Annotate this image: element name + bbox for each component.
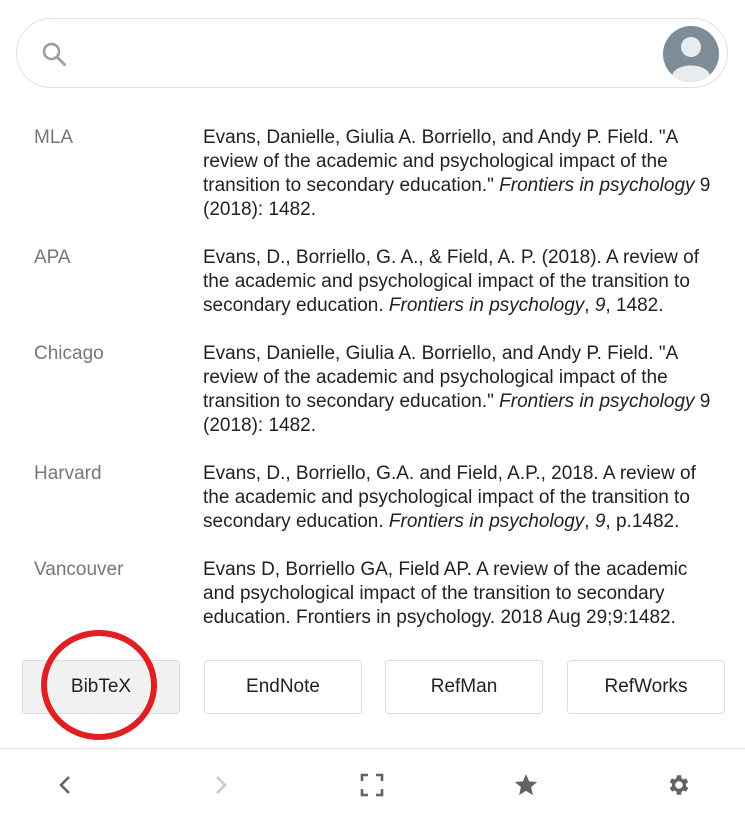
citation-italic-part: Frontiers in psychology xyxy=(388,511,585,532)
chevron-right-icon xyxy=(216,776,227,794)
fullscreen-button[interactable] xyxy=(356,769,388,801)
citation-row-vancouver: Vancouver Evans D, Borriello GA, Field AP… xyxy=(34,558,724,630)
citation-style-label: MLA xyxy=(34,127,74,148)
bottom-nav xyxy=(0,748,745,820)
citation-list: MLA Evans, Danielle, Giulia A. Borriello,… xyxy=(34,126,724,654)
citation-text[interactable]: Evans, D., Borriello, G. A., & Field, A.… xyxy=(203,246,718,318)
star-icon xyxy=(514,773,538,796)
bibtex-button[interactable]: BibTeX xyxy=(22,660,180,714)
citation-row-harvard: Harvard Evans, D., Borriello, G.A. and Fi… xyxy=(34,462,724,534)
citation-part: , xyxy=(584,295,595,316)
citation-part: Evans D, Borriello GA, Field AP. A revie… xyxy=(203,559,688,628)
settings-button[interactable] xyxy=(663,769,695,801)
citation-italic-part: 9 xyxy=(594,511,606,532)
refworks-button[interactable]: RefWorks xyxy=(567,660,725,714)
citation-italic-part: 9 xyxy=(594,295,606,316)
citation-style-label: APA xyxy=(34,247,71,268)
citation-part: , p.1482. xyxy=(605,511,680,532)
citation-row-chicago: Chicago Evans, Danielle, Giulia A. Borrie… xyxy=(34,342,724,438)
search-bar[interactable] xyxy=(16,18,728,88)
citation-text[interactable]: Evans, Danielle, Giulia A. Borriello, an… xyxy=(203,342,718,438)
citation-style-label: Chicago xyxy=(34,343,104,364)
back-button[interactable] xyxy=(50,769,82,801)
star-button[interactable] xyxy=(510,769,542,801)
chevron-left-icon xyxy=(59,776,70,794)
avatar-icon xyxy=(672,37,710,82)
export-buttons: BibTeX EndNote RefMan RefWorks xyxy=(22,660,725,714)
forward-button[interactable] xyxy=(204,769,236,801)
search-icon[interactable] xyxy=(41,41,67,67)
citation-italic-part: Frontiers in psychology xyxy=(388,295,585,316)
fullscreen-icon xyxy=(360,773,384,797)
citation-text[interactable]: Evans, D., Borriello, G.A. and Field, A.… xyxy=(203,462,718,534)
citation-row-mla: MLA Evans, Danielle, Giulia A. Borriello,… xyxy=(34,126,724,222)
citation-part: , 1482. xyxy=(605,295,664,316)
refman-button[interactable]: RefMan xyxy=(385,660,543,714)
endnote-button[interactable]: EndNote xyxy=(204,660,362,714)
citation-part: , xyxy=(584,511,595,532)
gear-icon xyxy=(669,775,689,795)
citation-style-label: Vancouver xyxy=(34,559,124,580)
citation-italic-part: Frontiers in psychology xyxy=(499,391,695,412)
citation-italic-part: Frontiers in psychology xyxy=(499,175,695,196)
citation-row-apa: APA Evans, D., Borriello, G. A., & Field,… xyxy=(34,246,724,318)
search-input[interactable] xyxy=(87,37,651,71)
avatar[interactable] xyxy=(663,26,719,82)
citation-text[interactable]: Evans, Danielle, Giulia A. Borriello, an… xyxy=(203,126,718,222)
citation-style-label: Harvard xyxy=(34,463,102,484)
citation-text[interactable]: Evans D, Borriello GA, Field AP. A revie… xyxy=(203,558,718,630)
